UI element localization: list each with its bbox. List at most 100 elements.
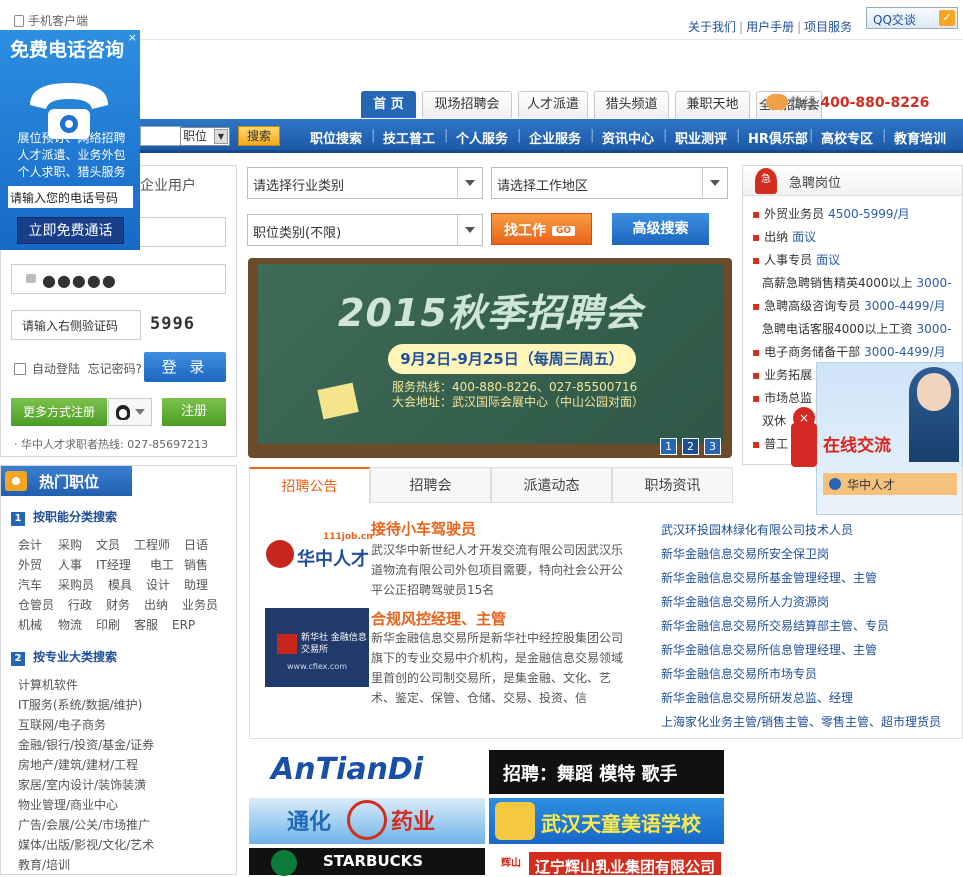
close-icon[interactable]: × <box>793 407 815 429</box>
list-item[interactable]: 外贸 <box>18 555 48 575</box>
mobile-client-link[interactable]: 手机客户端 <box>14 12 88 29</box>
list-item[interactable]: 电工 <box>150 555 174 575</box>
list-item[interactable]: 销售 <box>184 555 208 575</box>
urgent-job-item[interactable]: ▪ 普工 <box>752 436 788 452</box>
ad-huishan-dairy[interactable]: 辉山 辽宁辉山乳业集团有限公司 <box>489 848 724 876</box>
list-item[interactable]: 广告/会展/公关/市场推广 <box>18 815 154 835</box>
captcha-field[interactable]: 请输入右侧验证码 <box>11 310 141 340</box>
news-link[interactable]: 新华金融信息交易所基金管理经理、主管 <box>661 566 877 590</box>
nav-hr-club[interactable]: HR俱乐部 <box>748 128 808 147</box>
news-link[interactable]: 新华金融信息交易所研发总监、经理 <box>661 686 853 710</box>
list-item[interactable]: 机械 <box>18 615 48 635</box>
list-item[interactable]: 互联网/电子商务 <box>18 715 154 735</box>
list-item[interactable]: IT服务(系统/数据/维护) <box>18 695 154 715</box>
urgent-job-item[interactable]: ▪ 电子商务储备干部 3000-4499/月 <box>752 344 946 360</box>
password-field[interactable]: ●●●●● <box>11 264 226 294</box>
job-category-select[interactable]: 职位类别(不限) <box>247 214 483 246</box>
phone-number-input[interactable]: 请输入您的电话号码 <box>8 186 133 208</box>
register-button[interactable]: 注册 <box>162 398 226 426</box>
industry-select[interactable]: 请选择行业类别 <box>247 167 483 199</box>
list-item[interactable]: 采购 <box>58 535 86 555</box>
about-link[interactable]: 关于我们 <box>688 20 736 34</box>
list-item[interactable]: 教育/培训 <box>18 855 154 875</box>
nav-personal[interactable]: 个人服务 <box>456 128 508 147</box>
list-item[interactable]: 汽车 <box>18 575 48 595</box>
tab-job-fair[interactable]: 现场招聘会 <box>422 91 512 118</box>
close-icon[interactable]: × <box>128 31 137 44</box>
tab-recruitment-notice[interactable]: 招聘公告 <box>249 467 370 503</box>
list-item[interactable]: 计算机软件 <box>18 675 154 695</box>
urgent-job-item[interactable]: ▪ 外贸业务员 4500-5999/月 <box>752 206 910 222</box>
banner-page-2[interactable]: 2 <box>682 438 699 455</box>
list-item[interactable]: 媒体/出版/影视/文化/艺术 <box>18 835 154 855</box>
qq-chat-button[interactable]: QQ交谈 ✓ <box>866 7 958 29</box>
list-item[interactable]: 采购员 <box>58 575 98 595</box>
urgent-job-item[interactable]: ▪ 出纳 面议 <box>752 229 816 245</box>
tab-career-news[interactable]: 职场资讯 <box>612 467 733 503</box>
nav-enterprise[interactable]: 企业服务 <box>529 128 581 147</box>
news-link[interactable]: 武汉环投园林绿化有限公司技术人员 <box>661 518 853 542</box>
list-item[interactable]: 人事 <box>58 555 86 575</box>
ad-starbucks[interactable]: STARBUCKS <box>249 848 485 876</box>
urgent-job-item[interactable]: 高薪急聘销售精英4000以上 3000- <box>762 275 951 291</box>
news-link[interactable]: 新华金融信息交易所安全保卫岗 <box>661 542 829 566</box>
nav-assessment[interactable]: 职业测评 <box>675 128 727 147</box>
list-item[interactable]: 财务 <box>106 595 134 615</box>
forgot-password-link[interactable]: 忘记密码? <box>88 362 142 376</box>
list-item[interactable]: 行政 <box>68 595 96 615</box>
list-item[interactable]: IT经理 <box>96 555 140 575</box>
urgent-job-item[interactable]: ▪ 急聘高级咨询专员 3000-4499/月 <box>752 298 946 314</box>
nav-workers[interactable]: 技工普工 <box>383 128 435 147</box>
ad-tiantong-school[interactable]: 武汉天童美语学校 <box>489 798 724 844</box>
auto-login-checkbox[interactable] <box>14 363 26 375</box>
find-job-button[interactable]: 找工作 GO <box>491 213 592 245</box>
tab-enterprise-user[interactable]: 企业用户 <box>140 175 196 195</box>
list-item[interactable]: 助理 <box>184 575 208 595</box>
list-item[interactable]: 印刷 <box>96 615 124 635</box>
list-item[interactable]: 工程师 <box>134 535 174 555</box>
list-item[interactable]: 仓管员 <box>18 595 58 615</box>
area-select[interactable]: 请选择工作地区 <box>491 167 728 199</box>
search-button[interactable]: 搜索 <box>238 126 280 146</box>
tab-part-time[interactable]: 兼职天地 <box>675 91 750 118</box>
list-item[interactable]: 日语 <box>184 535 208 555</box>
banner-page-1[interactable]: 1 <box>660 438 677 455</box>
tab-job-fair-news[interactable]: 招聘会 <box>370 467 491 503</box>
nav-job-search[interactable]: 职位搜索 <box>310 128 362 147</box>
list-item[interactable]: 客服 <box>134 615 162 635</box>
tab-dispatch[interactable]: 人才派遣 <box>518 91 588 118</box>
nav-campus[interactable]: 高校专区 <box>821 128 873 147</box>
list-item[interactable]: 文员 <box>96 535 124 555</box>
search-type-select[interactable]: 职位 ▼ <box>180 127 230 146</box>
news-title[interactable]: 合规风控经理、主管 <box>371 608 506 629</box>
list-item[interactable]: 物流 <box>58 615 86 635</box>
news-link[interactable]: 新华金融信息交易所市场专员 <box>661 662 817 686</box>
manual-link[interactable]: 用户手册 <box>746 20 794 34</box>
tab-home[interactable]: 首 页 <box>361 91 416 118</box>
list-item[interactable]: 设计 <box>146 575 174 595</box>
advanced-search-button[interactable]: 高级搜索 <box>612 213 709 245</box>
list-item[interactable]: 物业管理/商业中心 <box>18 795 154 815</box>
list-item[interactable]: 会计 <box>18 535 48 555</box>
urgent-job-item[interactable]: ▪ 人事专员 面议 <box>752 252 840 268</box>
more-register-button[interactable]: 更多方式注册 <box>11 398 107 426</box>
login-button[interactable]: 登 录 <box>144 352 226 382</box>
tab-dispatch-news[interactable]: 派遣动态 <box>491 467 612 503</box>
tab-headhunter[interactable]: 猎头频道 <box>594 91 669 118</box>
list-item[interactable]: 金融/银行/投资/基金/证券 <box>18 735 154 755</box>
news-link[interactable]: 新华金融信息交易所人力资源岗 <box>661 590 829 614</box>
qq-login-dropdown[interactable] <box>108 398 152 426</box>
nav-training[interactable]: 教育培训 <box>894 128 946 147</box>
news-link[interactable]: 上海家化业务主管/销售主管、零售主管、超市理货员 <box>661 710 941 734</box>
news-link[interactable]: 新华金融信息交易所交易结算部主管、专员 <box>661 614 889 638</box>
company-logo[interactable]: 新华社 金融信息交易所 www.cfiex.com <box>265 608 369 687</box>
ad-antiandi[interactable]: AnTianDi <box>249 748 485 794</box>
list-item[interactable]: ERP <box>172 615 195 635</box>
news-title[interactable]: 接待小车驾驶员 <box>371 518 476 539</box>
list-item[interactable]: 模具 <box>108 575 136 595</box>
list-item[interactable]: 家居/室内设计/装饰装潢 <box>18 775 154 795</box>
urgent-job-item[interactable]: ▪ 市场总监 <box>752 390 812 406</box>
nav-news-center[interactable]: 资讯中心 <box>602 128 654 147</box>
list-item[interactable]: 房地产/建筑/建材/工程 <box>18 755 154 775</box>
urgent-job-item[interactable]: 双休 <box>762 413 786 429</box>
